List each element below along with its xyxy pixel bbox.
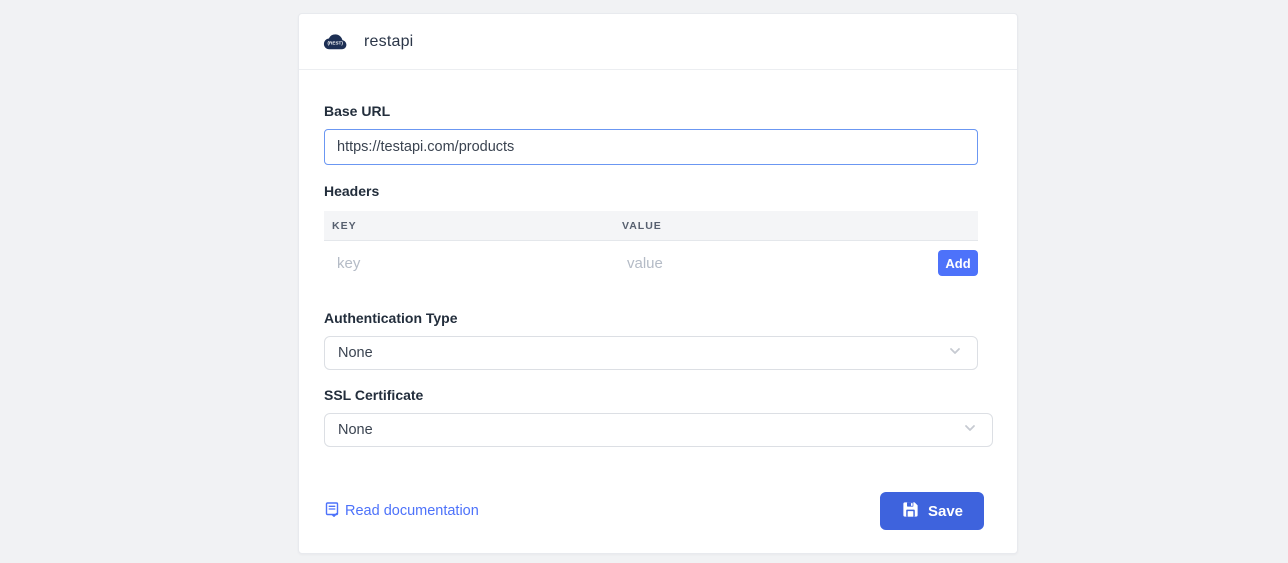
header-value-input[interactable] — [614, 255, 922, 272]
ssl-certificate-value: None — [338, 422, 373, 438]
headers-table-head: KEY VALUE — [324, 211, 978, 241]
chevron-down-icon — [962, 420, 978, 441]
card-header: (REST) restapi — [299, 14, 1017, 70]
read-documentation-link[interactable]: Read documentation — [324, 501, 479, 522]
chevron-down-icon — [947, 343, 963, 364]
column-header-value: VALUE — [614, 220, 978, 232]
headers-table: KEY VALUE Add — [324, 211, 978, 285]
restapi-cloud-icon: (REST) — [323, 33, 347, 50]
header-row: Add — [324, 241, 978, 285]
read-documentation-label: Read documentation — [345, 503, 479, 519]
authentication-type-value: None — [338, 345, 373, 361]
save-floppy-icon — [901, 500, 920, 523]
base-url-label: Base URL — [324, 104, 991, 119]
document-check-icon — [324, 501, 340, 522]
save-button-label: Save — [928, 503, 963, 520]
add-header-button[interactable]: Add — [938, 250, 978, 276]
svg-text:(REST): (REST) — [328, 41, 344, 46]
datasource-config-card: (REST) restapi Base URL Headers KEY VALU… — [298, 13, 1018, 554]
save-button[interactable]: Save — [880, 492, 984, 530]
authentication-type-select[interactable]: None — [324, 336, 978, 370]
ssl-certificate-label: SSL Certificate — [324, 388, 991, 403]
card-footer: Read documentation Save — [324, 492, 991, 530]
ssl-certificate-select[interactable]: None — [324, 413, 993, 447]
datasource-title: restapi — [364, 33, 413, 51]
card-body: Base URL Headers KEY VALUE Add Authentic… — [299, 70, 1017, 530]
base-url-input[interactable] — [324, 129, 978, 165]
authentication-type-label: Authentication Type — [324, 311, 991, 326]
column-header-key: KEY — [324, 220, 614, 232]
headers-label: Headers — [324, 184, 991, 199]
header-key-input[interactable] — [324, 255, 600, 272]
